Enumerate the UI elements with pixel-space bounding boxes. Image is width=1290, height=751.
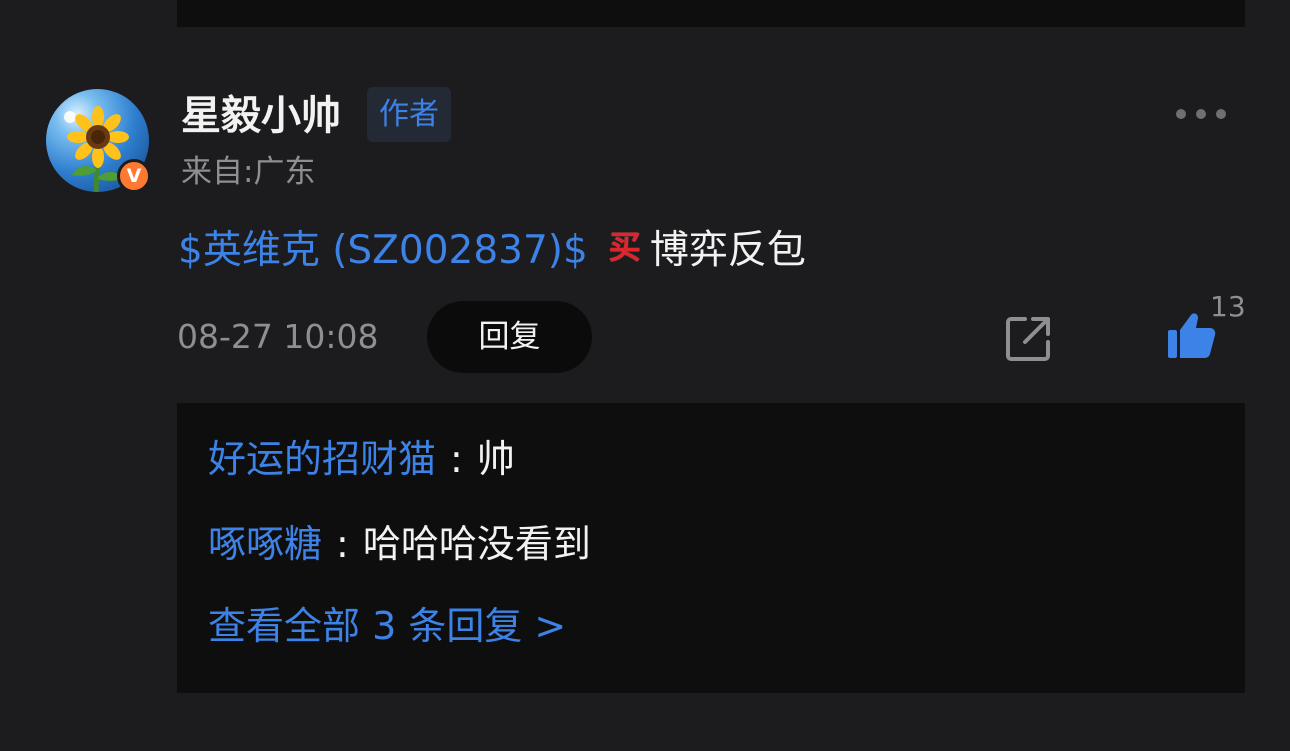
- more-dot: [1216, 109, 1226, 119]
- previous-reply-panel: [177, 0, 1245, 27]
- comment-text: 博弈反包: [649, 228, 806, 273]
- verified-badge: V: [117, 159, 151, 193]
- reply-button[interactable]: 回复: [427, 301, 592, 373]
- comment-thread-page: V 星毅小帅 作者 来自:广东 $英维克 (SZ002837)$ 买 博弈反包 …: [0, 0, 1290, 751]
- author-badge: 作者: [367, 87, 451, 142]
- reply-text: 哈哈哈没看到: [362, 522, 591, 566]
- share-icon[interactable]: [1003, 313, 1055, 365]
- reply-separator: :: [450, 437, 463, 481]
- share-icon-glyph: [1006, 317, 1050, 361]
- username[interactable]: 星毅小帅: [181, 91, 341, 141]
- reply-item[interactable]: 啄啄糖: 哈哈哈没看到: [208, 519, 591, 569]
- more-dot: [1176, 109, 1186, 119]
- buy-tag-icon: 买: [608, 228, 641, 266]
- more-dot: [1196, 109, 1206, 119]
- location-label: 来自:广东: [181, 154, 316, 190]
- view-all-replies-link[interactable]: 查看全部 3 条回复 >: [208, 601, 566, 651]
- reply-item[interactable]: 好运的招财猫: 帅: [208, 434, 515, 484]
- more-dots-icon[interactable]: [1176, 103, 1226, 125]
- reply-separator: :: [336, 522, 349, 566]
- reply-text: 帅: [476, 437, 515, 481]
- like-count: 13: [1210, 290, 1246, 323]
- timestamp: 08-27 10:08: [177, 317, 379, 356]
- comment-content: $英维克 (SZ002837)$ 买 博弈反包: [178, 219, 806, 275]
- stock-link[interactable]: $英维克 (SZ002837)$: [178, 219, 588, 275]
- reply-username[interactable]: 啄啄糖: [208, 522, 322, 566]
- reply-username[interactable]: 好运的招财猫: [208, 437, 436, 481]
